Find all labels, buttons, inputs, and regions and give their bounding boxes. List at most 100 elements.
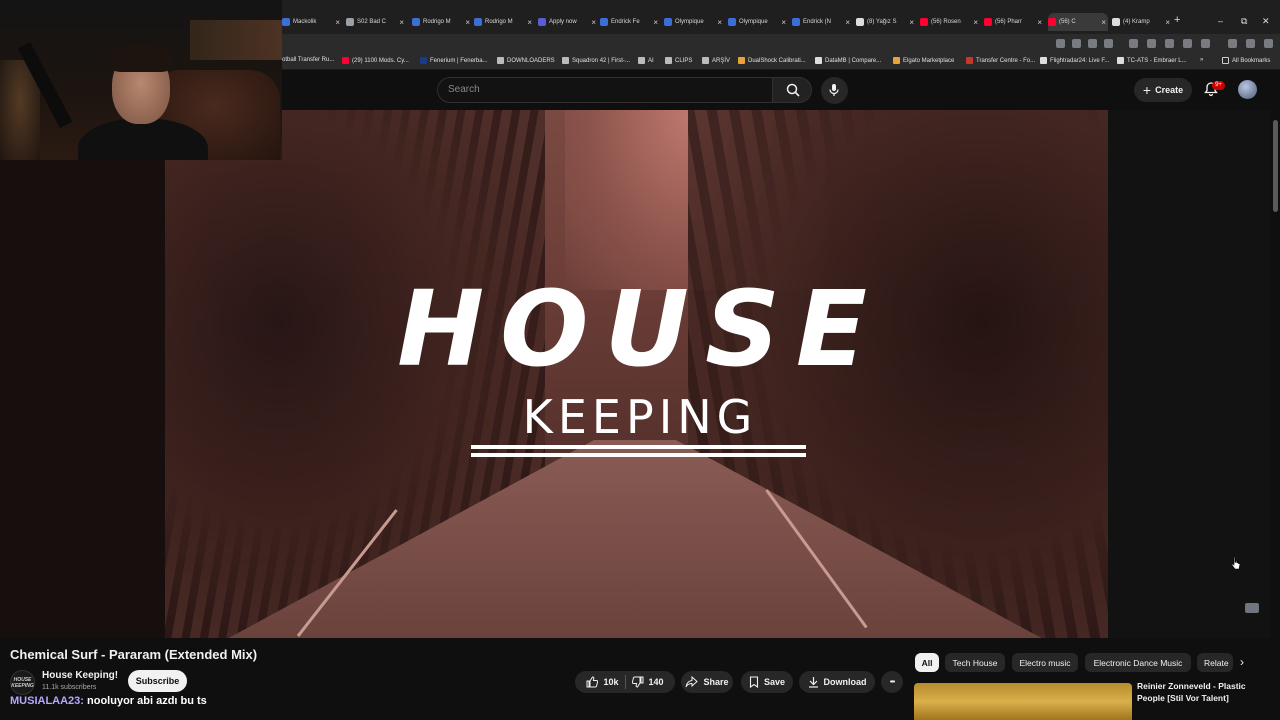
browser-tab[interactable]: Olympique × [664, 13, 724, 31]
filter-chip[interactable]: All [915, 653, 939, 672]
bookmark-label: Elgato Marketplace [903, 57, 955, 64]
tab-close-icon[interactable]: × [527, 18, 532, 27]
tab-close-icon[interactable]: × [973, 18, 978, 27]
tab-close-icon[interactable]: × [335, 18, 340, 27]
browser-tab[interactable]: S02 Bad C × [346, 13, 406, 31]
bookmark-item[interactable]: Fenerium | Fenerba... [420, 57, 488, 64]
create-button[interactable]: + Create [1134, 78, 1192, 102]
extension-icon[interactable] [1072, 39, 1081, 48]
extension-icon[interactable] [1201, 39, 1210, 48]
bookmarks-overflow-button[interactable]: » [1200, 57, 1203, 63]
like-button[interactable]: 10k [586, 676, 619, 688]
tab-close-icon[interactable]: × [1037, 18, 1042, 27]
share-label: Share [703, 677, 729, 687]
tab-close-icon[interactable]: × [399, 18, 404, 27]
browser-tab[interactable]: Endrick (N × [792, 13, 852, 31]
browser-tab[interactable]: Rodrigo M × [474, 13, 534, 31]
bookmark-item[interactable]: ARŞİV [702, 57, 730, 64]
tab-close-icon[interactable]: × [781, 18, 786, 27]
bookmark-item[interactable]: Squadron 42 | First-... [562, 57, 630, 64]
browser-tab[interactable]: (56) Pharr × [984, 13, 1044, 31]
browser-tab[interactable]: Rodrigo M × [412, 13, 472, 31]
tab-close-icon[interactable]: × [1101, 18, 1106, 27]
chat-username: MUSIALAA23: [10, 695, 84, 707]
share-button[interactable]: Share [681, 671, 733, 693]
bookmark-item[interactable]: DOWNLOADERS [497, 57, 555, 64]
filter-chip[interactable]: Electro music [1012, 653, 1078, 672]
channel-avatar[interactable]: HOUSE KEEPING [10, 670, 35, 695]
bookmark-item[interactable]: TC-ATS - Embraer L... [1117, 57, 1187, 64]
recommendation-title[interactable]: Reinier Zonneveld - Plastic People [Stil… [1137, 680, 1272, 704]
save-button[interactable]: Save [741, 671, 793, 693]
voice-search-button[interactable] [821, 77, 848, 104]
browser-tab[interactable]: Mackolik × [282, 13, 342, 31]
notification-badge: 9+ [1212, 81, 1225, 90]
browser-tab[interactable]: (56) C × [1048, 13, 1108, 31]
extension-icon[interactable] [1183, 39, 1192, 48]
dislike-button[interactable]: 140 [631, 676, 664, 688]
browser-tab[interactable]: (56) Rosen × [920, 13, 980, 31]
tab-close-icon[interactable]: × [591, 18, 596, 27]
search-input[interactable] [437, 77, 773, 103]
scrollbar-thumb[interactable] [1273, 120, 1278, 212]
all-bookmarks-button[interactable]: All Bookmarks [1222, 57, 1270, 64]
bookmark-item[interactable]: (29) 1100 Mods. Cy... [342, 57, 409, 64]
extension-icon[interactable] [1104, 39, 1113, 48]
restore-button[interactable]: ⧉ [1241, 16, 1247, 27]
browser-tab[interactable]: Apply now × [538, 13, 598, 31]
subscribe-button[interactable]: Subscribe [128, 670, 187, 692]
extension-icon[interactable] [1129, 39, 1138, 48]
filter-chip[interactable]: Tech House [945, 653, 1005, 672]
tab-label: Apply now [549, 19, 577, 25]
bookmark-item[interactable]: otball Transfer Ru... [282, 57, 334, 63]
tab-label: Endrick (N [803, 19, 832, 25]
extension-icon[interactable] [1056, 39, 1065, 48]
browser-tab[interactable]: (4) Kramp × [1112, 13, 1172, 31]
channel-watermark-icon[interactable] [1245, 603, 1259, 613]
more-actions-button[interactable]: ••• [881, 671, 903, 693]
chips-next-arrow-icon[interactable]: › [1240, 655, 1244, 669]
video-player[interactable]: HOUSE KEEPING [165, 110, 1108, 638]
browser-tab[interactable]: Endrick Fe × [600, 13, 660, 31]
page-scrollbar[interactable] [1272, 110, 1280, 638]
extension-icon[interactable] [1228, 39, 1237, 48]
tab-close-icon[interactable]: × [909, 18, 914, 27]
bookmark-item[interactable]: AI [638, 57, 654, 64]
browser-tab[interactable]: (8) Yağız S × [856, 13, 916, 31]
bookmark-label: otball Transfer Ru... [282, 57, 335, 63]
tab-close-icon[interactable]: × [465, 18, 470, 27]
bookmark-item[interactable]: Elgato Marketplace [893, 57, 954, 64]
extension-icon[interactable] [1246, 39, 1255, 48]
tab-favicon-icon [538, 18, 546, 26]
right-background [1108, 110, 1270, 638]
bookmark-item[interactable]: CLIPS [665, 57, 692, 64]
bookmark-item[interactable]: Transfer Centre - Fo... [966, 57, 1035, 64]
search-button[interactable] [772, 77, 812, 103]
bookmark-item[interactable]: DualShock Calibrati... [738, 57, 806, 64]
account-avatar[interactable] [1238, 80, 1257, 99]
tab-close-icon[interactable]: × [717, 18, 722, 27]
filter-chip[interactable]: Electronic Dance Music [1085, 653, 1191, 672]
extension-icon[interactable] [1147, 39, 1156, 48]
bookmark-item[interactable]: Flightradar24: Live F... [1040, 57, 1109, 64]
tab-close-icon[interactable]: × [653, 18, 658, 27]
extension-icon[interactable] [1165, 39, 1174, 48]
tab-close-icon[interactable]: × [845, 18, 850, 27]
extension-icon[interactable] [1088, 39, 1097, 48]
minimize-button[interactable]: – [1218, 16, 1223, 26]
recommendation-thumbnail[interactable] [914, 683, 1132, 720]
bookmark-item[interactable]: DataMB | Compare... [815, 57, 881, 64]
bookmark-icon [1040, 57, 1047, 64]
create-label: Create [1155, 85, 1184, 95]
tab-label: (56) C [1059, 19, 1076, 25]
extension-icon[interactable] [1264, 39, 1273, 48]
tab-close-icon[interactable]: × [1165, 18, 1170, 27]
bookmark-icon [749, 676, 759, 688]
close-window-button[interactable]: ✕ [1262, 16, 1270, 27]
download-button[interactable]: Download [799, 671, 875, 693]
new-tab-button[interactable]: + [1174, 14, 1180, 26]
bookmark-icon [342, 57, 349, 64]
channel-name[interactable]: House Keeping! [42, 670, 118, 681]
filter-chip[interactable]: Relate [1197, 653, 1233, 672]
browser-tab[interactable]: Olympique × [728, 13, 788, 31]
